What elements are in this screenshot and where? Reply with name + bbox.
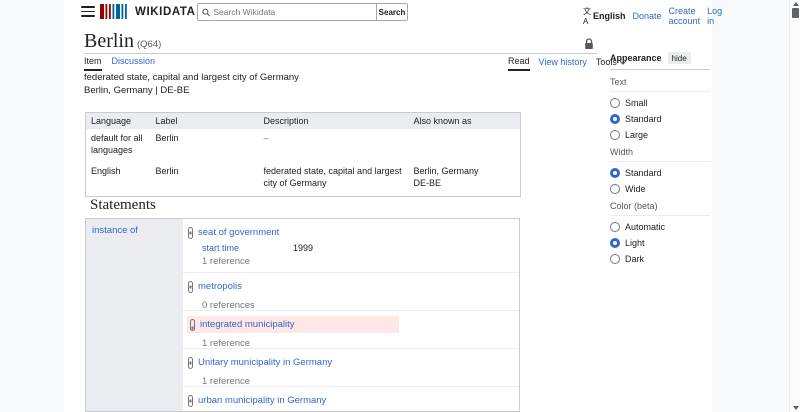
aliases-cell bbox=[409, 129, 521, 162]
tab-discussion[interactable]: Discussion bbox=[112, 56, 156, 71]
statement-seat-of-government: seat of government start time 1999 1 ref… bbox=[183, 219, 519, 273]
property-link-instance-of[interactable]: instance of bbox=[92, 225, 138, 236]
language-icon: 文A bbox=[583, 7, 591, 26]
rank-selector-icon bbox=[187, 356, 194, 369]
claim-value-link[interactable]: metropolis bbox=[198, 281, 242, 292]
content-area: WIKIDATA Search 文A English Donate Create… bbox=[64, 0, 722, 412]
language-cell: English bbox=[91, 166, 121, 177]
description-cell: federated state, capital and largest cit… bbox=[263, 166, 402, 189]
language-label: English bbox=[593, 11, 626, 21]
col-language: Language bbox=[85, 112, 151, 129]
claim-value-link[interactable]: urban municipality in Germany bbox=[198, 395, 326, 406]
search-icon bbox=[202, 8, 211, 16]
terms-row-default: default for all languages Berlin – bbox=[86, 129, 521, 162]
wikidata-logo-text: WIKIDATA bbox=[135, 5, 196, 18]
qualifier-property-link[interactable]: start time bbox=[202, 243, 293, 253]
wikidata-barcode-icon bbox=[100, 4, 127, 19]
appearance-heading: Appearance bbox=[610, 53, 662, 63]
radio-text-large[interactable]: Large bbox=[610, 130, 710, 140]
radio-checked-icon[interactable] bbox=[610, 168, 620, 178]
radio-width-standard[interactable]: Standard bbox=[610, 168, 710, 178]
entity-id: (Q64) bbox=[137, 39, 162, 50]
language-selector[interactable]: 文A English bbox=[583, 6, 626, 26]
qualifier-row: start time 1999 bbox=[202, 243, 519, 253]
terms-header-row: Language Label Description Also known as bbox=[85, 112, 521, 129]
label-cell: Berlin bbox=[155, 133, 179, 143]
entity-aliases: Berlin, Germany | DE-BE bbox=[84, 85, 190, 96]
aliases-cell: Berlin, Germany DE-BE bbox=[413, 166, 479, 189]
radio-icon[interactable] bbox=[610, 222, 620, 232]
title-divider bbox=[84, 53, 597, 54]
radio-icon[interactable] bbox=[610, 130, 620, 140]
references-toggle[interactable]: 1 reference bbox=[202, 256, 519, 267]
claim-value-link[interactable]: seat of government bbox=[198, 227, 279, 238]
description-cell: – bbox=[263, 133, 269, 143]
statements-heading: Statements bbox=[90, 197, 156, 213]
statement-integrated-municipality: integrated municipality 1 reference bbox=[183, 311, 519, 349]
radio-icon[interactable] bbox=[610, 98, 620, 108]
appearance-hide-button[interactable]: hide bbox=[667, 52, 691, 64]
col-also-known-as: Also known as bbox=[408, 112, 521, 129]
radio-text-standard[interactable]: Standard bbox=[610, 114, 710, 124]
radio-icon[interactable] bbox=[610, 184, 620, 194]
radio-color-automatic[interactable]: Automatic bbox=[610, 222, 710, 232]
references-toggle[interactable]: 0 references bbox=[202, 300, 519, 311]
radio-checked-icon[interactable] bbox=[610, 238, 620, 248]
scroll-down-arrow[interactable] bbox=[792, 406, 799, 410]
radio-width-wide[interactable]: Wide bbox=[610, 184, 710, 194]
references-toggle[interactable]: 1 reference bbox=[202, 376, 519, 387]
search-box bbox=[197, 3, 377, 21]
appearance-panel: Appearance hide Text Small Standard Larg… bbox=[610, 52, 710, 264]
tab-view-history[interactable]: View history bbox=[539, 57, 587, 70]
col-description: Description bbox=[258, 112, 409, 129]
hamburger-icon bbox=[81, 6, 95, 8]
donate-link[interactable]: Donate bbox=[633, 11, 662, 21]
wikidata-logo[interactable]: WIKIDATA bbox=[100, 4, 196, 19]
statement-group-instance-of: instance of seat of government start tim… bbox=[85, 218, 520, 412]
search-input[interactable] bbox=[213, 7, 372, 17]
terms-row-english: English Berlin federated state, capital … bbox=[86, 162, 521, 196]
rank-selector-icon bbox=[187, 226, 194, 239]
statement-unitary-municipality: Unitary municipality in Germany 1 refere… bbox=[183, 349, 519, 387]
radio-checked-icon[interactable] bbox=[610, 114, 620, 124]
qualifier-value: 1999 bbox=[293, 243, 314, 253]
width-section-label: Width bbox=[610, 147, 710, 162]
rank-selector-icon bbox=[187, 280, 194, 293]
terms-table: Language Label Description Also known as… bbox=[85, 112, 521, 197]
claim-value-link[interactable]: integrated municipality bbox=[200, 319, 295, 330]
statement-metropolis: metropolis 0 references bbox=[183, 273, 519, 311]
scroll-up-arrow[interactable] bbox=[792, 2, 799, 6]
scrollbar-thumb[interactable] bbox=[792, 8, 799, 18]
entity-description: federated state, capital and largest cit… bbox=[84, 72, 299, 83]
label-cell: Berlin bbox=[155, 166, 179, 177]
login-link[interactable]: Log in bbox=[707, 6, 722, 26]
main-menu-button[interactable] bbox=[81, 6, 95, 17]
statement-urban-municipality: urban municipality in Germany 0 referenc… bbox=[183, 387, 519, 411]
property-cell: instance of bbox=[86, 219, 183, 411]
radio-color-light[interactable]: Light bbox=[610, 238, 710, 248]
tab-read[interactable]: Read bbox=[508, 56, 530, 71]
claim-value-link[interactable]: Unitary municipality in Germany bbox=[198, 357, 332, 368]
deprecated-statement-highlight: integrated municipality bbox=[187, 316, 399, 333]
references-toggle[interactable]: 1 reference bbox=[202, 338, 519, 349]
vertical-scrollbar[interactable] bbox=[789, 0, 800, 412]
create-account-link[interactable]: Create account bbox=[669, 6, 701, 26]
search-button[interactable]: Search bbox=[377, 3, 408, 21]
language-cell: default for all languages bbox=[91, 133, 143, 155]
rank-selector-icon bbox=[187, 394, 194, 407]
radio-color-dark[interactable]: Dark bbox=[610, 254, 710, 264]
tab-item[interactable]: Item bbox=[84, 56, 102, 71]
radio-text-small[interactable]: Small bbox=[610, 98, 710, 108]
color-section-label: Color (beta) bbox=[610, 201, 710, 216]
page-title: Berlin bbox=[84, 30, 134, 52]
text-section-label: Text bbox=[610, 77, 710, 92]
radio-icon[interactable] bbox=[610, 254, 620, 264]
rank-selector-icon-deprecated bbox=[189, 318, 196, 331]
col-label: Label bbox=[150, 112, 259, 129]
